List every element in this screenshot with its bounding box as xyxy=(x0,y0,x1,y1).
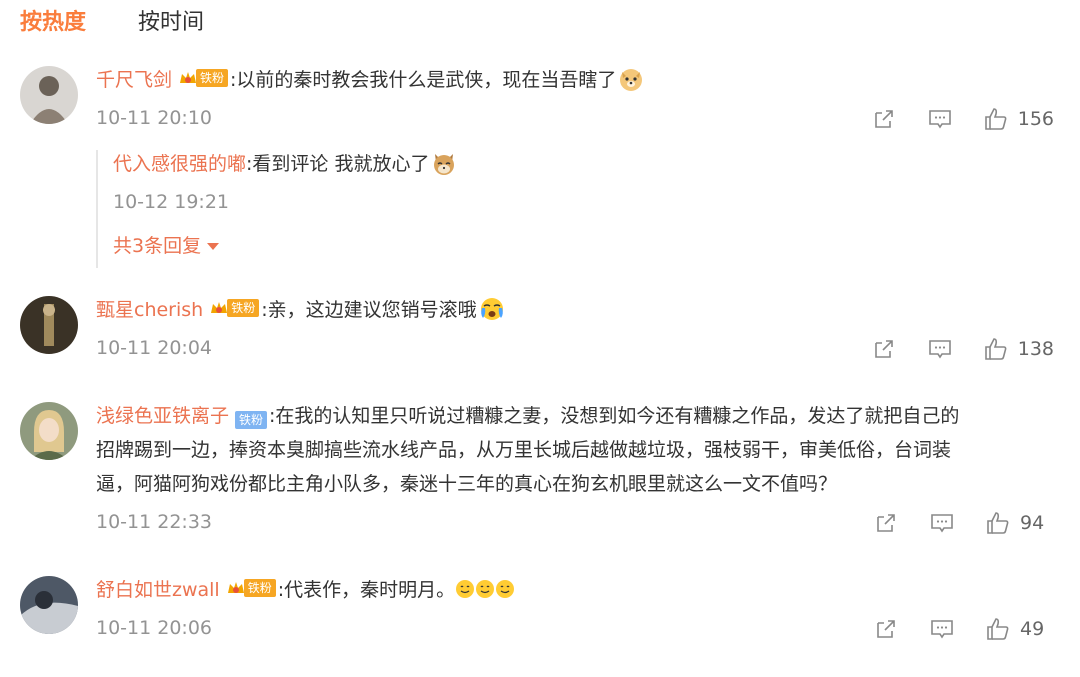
reply-content: 代入感很强的嘟:看到评论 我就放心了 xyxy=(113,148,796,180)
comment-text-line-3: 逼，阿猫阿狗戏份都比主角小队多，秦迷十三年的真心在狗玄机眼里就这么一文不值吗？ xyxy=(96,473,838,495)
comment-time: 10-11 22:33 xyxy=(96,511,213,533)
crown-icon xyxy=(178,68,198,88)
comment-text: :亲，这边建议您销号滚哦 xyxy=(261,299,477,321)
badge-label: 铁粉 xyxy=(243,579,276,597)
reply-block: 代入感很强的嘟:看到评论 我就放心了 10-12 19:21 共3条回复 xyxy=(96,150,796,268)
doge-emoji-icon xyxy=(618,66,644,92)
avatar-image xyxy=(20,66,78,124)
reply-text: :看到评论 我就放心了 xyxy=(246,153,430,175)
thumbs-up-icon[interactable] xyxy=(984,509,1012,537)
more-replies-label: 共3条回复 xyxy=(113,235,202,257)
badge-label: 铁粉 xyxy=(196,69,229,87)
tab-sort-time[interactable]: 按时间 xyxy=(138,8,204,38)
smile-emoji-icon xyxy=(475,579,495,599)
avatar[interactable] xyxy=(20,402,78,460)
caret-down-icon xyxy=(207,243,220,250)
share-icon[interactable] xyxy=(870,105,898,133)
fan-badge[interactable]: 铁粉 xyxy=(209,298,260,318)
username[interactable]: 舒白如世zwall xyxy=(96,579,220,601)
thumbs-up-icon[interactable] xyxy=(984,615,1012,643)
comment-text: :以前的秦时教会我什么是武侠，现在当吾瞎了 xyxy=(230,69,617,91)
comment-text-line-1: :在我的认知里只听说过糟糠之妻，没想到如今还有糟糠之作品，发达了就把自己的 xyxy=(269,405,960,427)
comment-content: 浅绿色亚铁离子 铁粉:在我的认知里只听说过糟糠之妻，没想到如今还有糟糠之作品，发达… xyxy=(96,400,1054,432)
comment-actions: 94 xyxy=(872,508,1054,538)
cat-emoji-icon xyxy=(431,150,457,176)
crown-icon xyxy=(209,298,229,318)
comment-time: 10-11 20:04 xyxy=(96,337,213,359)
reply-time: 10-12 19:21 xyxy=(113,191,230,213)
like-count: 138 xyxy=(1017,338,1054,360)
thumbs-up-icon[interactable] xyxy=(982,105,1010,133)
username[interactable]: 浅绿色亚铁离子 xyxy=(96,405,229,427)
like-count: 49 xyxy=(1020,618,1045,640)
smile-emoji-icon xyxy=(495,579,515,599)
comment-time: 10-11 20:06 xyxy=(96,617,213,639)
comment-content: 甄星cherish 铁粉:亲，这边建议您销号滚哦 xyxy=(96,294,1054,326)
badge-label: 铁粉 xyxy=(227,299,260,317)
username[interactable]: 甄星cherish xyxy=(96,299,203,321)
comment-actions: 138 xyxy=(870,334,1054,364)
fan-badge[interactable]: 铁粉 xyxy=(178,68,229,88)
comment-actions: 156 xyxy=(870,104,1054,134)
avatar[interactable] xyxy=(20,576,78,634)
comment-actions: 49 xyxy=(872,614,1054,644)
fan-badge[interactable]: 铁粉 xyxy=(235,410,268,430)
comment-content: 舒白如世zwall 铁粉:代表作，秦时明月。 xyxy=(96,574,1054,606)
avatar-image xyxy=(20,576,78,634)
crying-emoji-icon xyxy=(479,296,505,322)
tab-sort-hot[interactable]: 按热度 xyxy=(20,8,86,38)
sort-tabs: 按热度 按时间 xyxy=(20,6,256,40)
comment-icon[interactable] xyxy=(928,509,956,537)
avatar-image xyxy=(20,296,78,354)
reply-username[interactable]: 代入感很强的嘟 xyxy=(113,153,246,175)
like-count: 156 xyxy=(1017,108,1054,130)
comment-icon[interactable] xyxy=(928,615,956,643)
avatar[interactable] xyxy=(20,296,78,354)
like-count: 94 xyxy=(1020,512,1045,534)
avatar[interactable] xyxy=(20,66,78,124)
badge-label: 铁粉 xyxy=(235,411,268,429)
share-icon[interactable] xyxy=(870,335,898,363)
username[interactable]: 千尺飞剑 xyxy=(96,69,172,91)
comment-content: 千尺飞剑 铁粉:以前的秦时教会我什么是武侠，现在当吾瞎了 xyxy=(96,64,1054,96)
comment-time: 10-11 20:10 xyxy=(96,107,213,129)
fan-badge[interactable]: 铁粉 xyxy=(226,578,276,598)
comment-icon[interactable] xyxy=(926,105,954,133)
share-icon[interactable] xyxy=(872,615,900,643)
comment-text-line-2: 招牌踢到一边，捧资本臭脚搞些流水线产品，从万里长城后越做越垃圾，强枝弱干，审美低… xyxy=(96,439,952,461)
comment-text: :代表作，秦时明月。 xyxy=(277,579,456,601)
thumbs-up-icon[interactable] xyxy=(982,335,1010,363)
crown-icon xyxy=(226,578,246,598)
smile-emoji-icon xyxy=(455,579,475,599)
comment-icon[interactable] xyxy=(926,335,954,363)
avatar-image xyxy=(20,402,78,460)
share-icon[interactable] xyxy=(872,509,900,537)
more-replies-link[interactable]: 共3条回复 xyxy=(113,232,220,260)
